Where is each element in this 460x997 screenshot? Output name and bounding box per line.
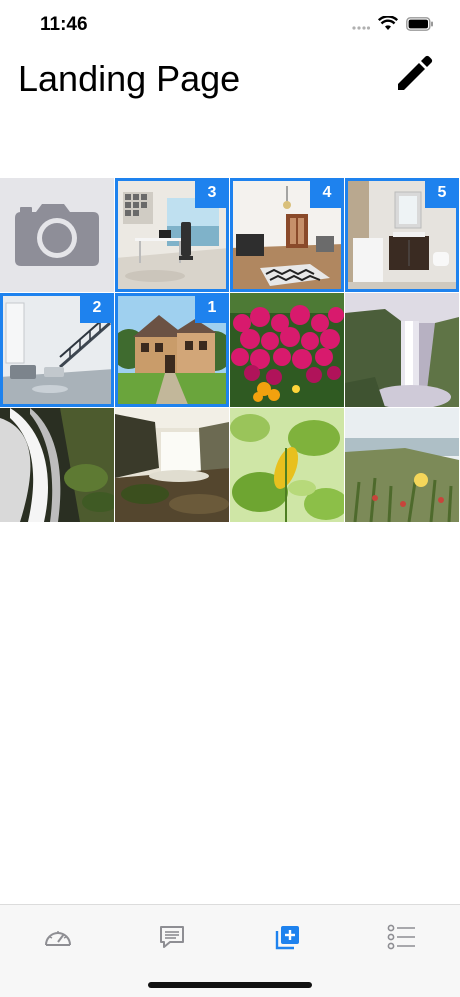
photo-waterfall-rocks	[115, 408, 229, 522]
wifi-icon	[378, 16, 398, 30]
photo-cell[interactable]	[345, 293, 459, 407]
photo-cell[interactable]	[115, 408, 229, 522]
tab-dashboard[interactable]	[38, 919, 78, 955]
cellular-icon	[352, 25, 370, 30]
photo-cell[interactable]	[345, 408, 459, 522]
battery-icon	[406, 16, 433, 31]
list-icon	[387, 924, 415, 950]
photo-cell[interactable]: 2	[0, 293, 114, 407]
photo-cell[interactable]	[0, 408, 114, 522]
selection-order-badge: 3	[195, 178, 229, 208]
camera-cell[interactable]	[0, 178, 114, 292]
message-icon	[160, 926, 184, 948]
photo-cell[interactable]: 1	[115, 293, 229, 407]
photo-cell[interactable]	[230, 408, 344, 522]
photo-green-leaves	[230, 408, 344, 522]
selection-order-badge: 1	[195, 293, 229, 323]
photo-grid: 3 4 5 2 1	[0, 178, 460, 522]
home-indicator	[148, 982, 312, 988]
photo-cell[interactable]: 4	[230, 178, 344, 292]
speedometer-icon	[45, 931, 71, 946]
selection-order-badge: 4	[310, 178, 344, 208]
camera-icon	[15, 204, 99, 266]
add-square-icon	[275, 926, 299, 950]
photo-cell[interactable]: 3	[115, 178, 229, 292]
photo-pink-flowers	[230, 293, 344, 407]
tab-add[interactable]	[268, 919, 308, 955]
photo-waterfall-cliff	[345, 293, 459, 407]
page-title: Landing Page	[18, 58, 241, 99]
selection-order-badge: 5	[425, 178, 459, 208]
status-icons	[352, 16, 434, 31]
photo-cell[interactable]	[230, 293, 344, 407]
selection-order-badge: 2	[80, 293, 114, 323]
edit-button[interactable]	[392, 50, 438, 96]
status-time: 11:46	[40, 14, 88, 35]
status-bar: 11:46	[0, 0, 460, 50]
photo-waterfall-moss	[0, 408, 114, 522]
pencil-icon	[398, 55, 433, 90]
photo-coastal-plants	[345, 408, 459, 522]
photo-cell[interactable]: 5	[345, 178, 459, 292]
tab-list[interactable]	[382, 919, 422, 955]
tab-messages[interactable]	[152, 919, 192, 955]
